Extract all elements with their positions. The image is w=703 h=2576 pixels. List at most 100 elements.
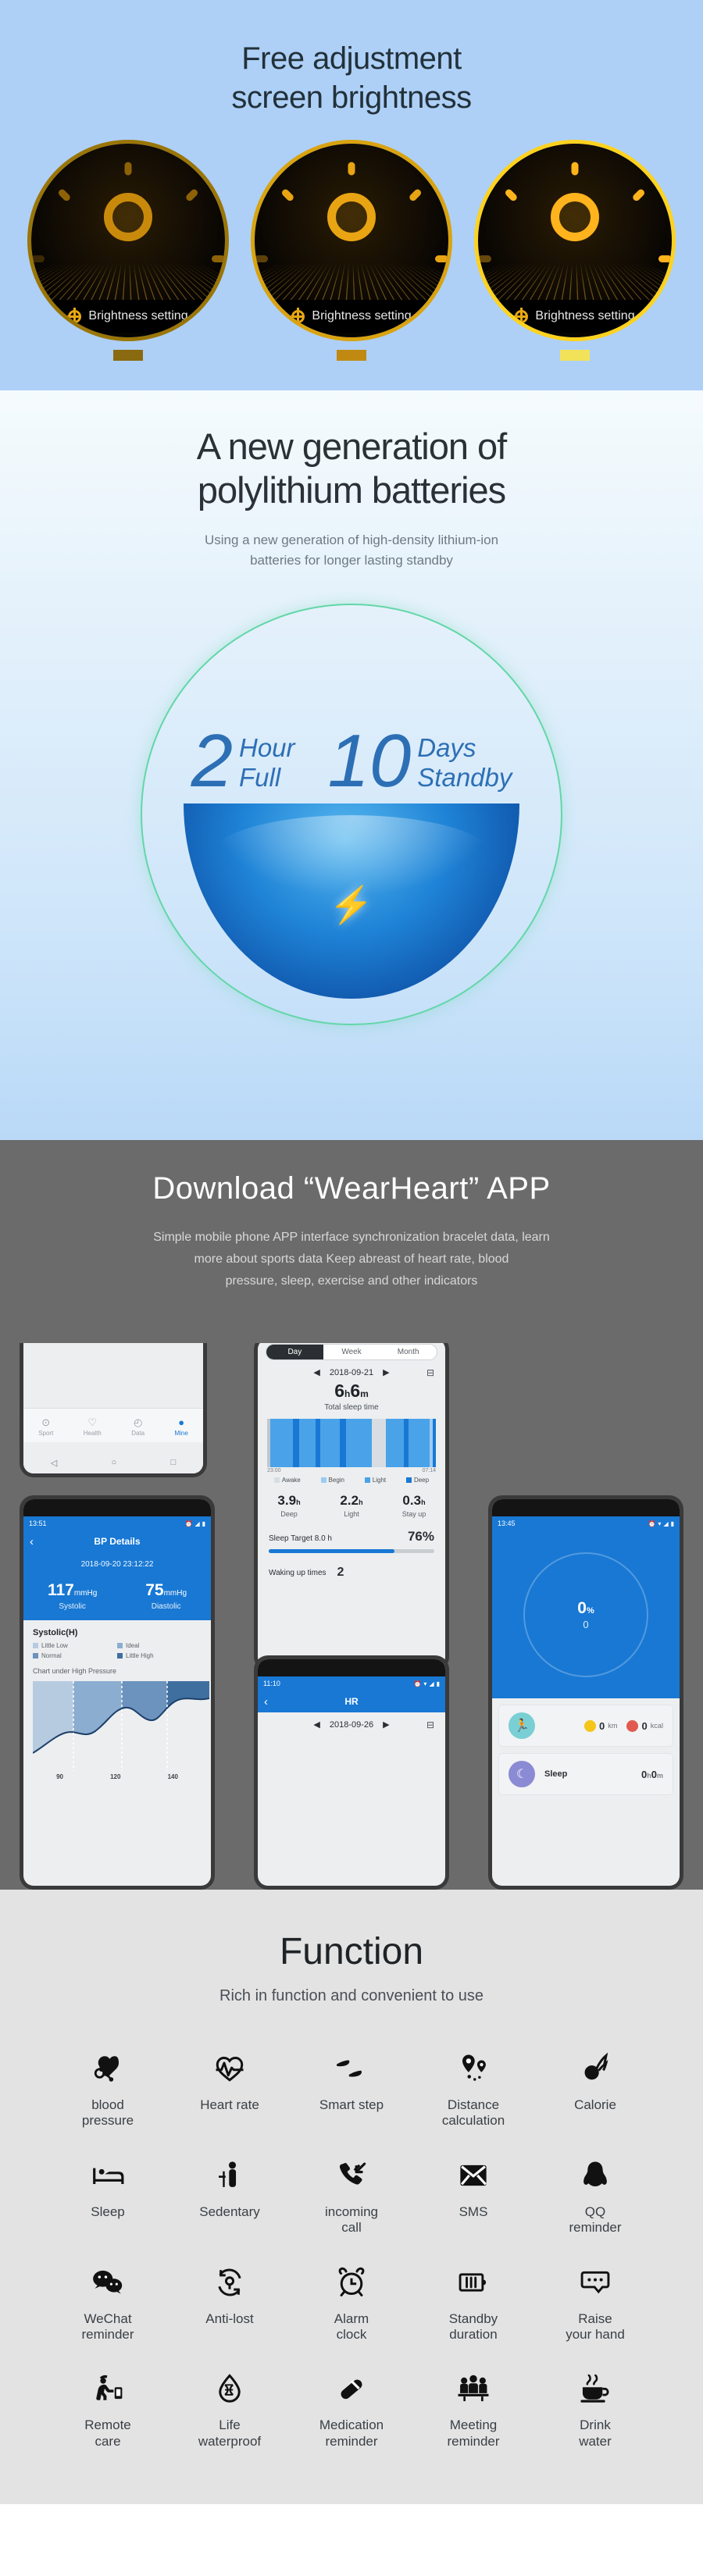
battery-sub-line1: Using a new generation of high-density l… [204,532,499,547]
function-item-drink-water: Drink water [534,2366,656,2450]
distance-value: 0 [599,1719,605,1732]
nav-recents-icon[interactable]: □ [171,1458,177,1467]
sleep-period-tabs[interactable]: Day Week Month [266,1344,437,1360]
tab-data[interactable]: ◴ Data [131,1417,145,1437]
distance-stat: 0 km [584,1719,618,1732]
total-sleep-minutes-unit: m [360,1388,369,1399]
activity-summary-card[interactable]: 🏃 0 km 0 kcal [498,1705,673,1747]
sedentary-icon [213,2153,246,2198]
battery-icon-bp: ▮ [202,1520,205,1527]
function-item-sedentary: Sedentary [169,2153,291,2236]
function-label: Remote care [84,2417,131,2450]
sms-icon [457,2153,490,2198]
hypnogram-band [339,1419,346,1467]
battery-subheading: Using a new generation of high-density l… [0,530,703,572]
function-item-calorie: Calorie [534,2046,656,2129]
sleep-stats-row: 3.9h Deep 2.2h Light 0.3h Stay up [258,1493,445,1518]
qq-icon [579,2153,612,2198]
function-item-medication: Medication reminder [291,2366,412,2450]
hr-back-button[interactable]: ‹ [264,1695,268,1708]
bp-chart-title: Systolic(H) [33,1628,78,1637]
sleep-tab-month[interactable]: Month [380,1345,437,1359]
function-item-qq: QQ reminder [534,2153,656,2236]
function-label-line: incoming [324,2204,379,2219]
sleep-date-nav[interactable]: ◀ 2018-09-21 ▶ ⊟ [258,1360,445,1381]
sleep-summary-card[interactable]: ☾ Sleep 0h0m [498,1753,673,1795]
function-item-raise-hand: Raise your hand [534,2260,656,2343]
function-label-line: blood [91,2097,124,2112]
function-label-line: Calorie [574,2097,616,2112]
tab-label: Mine [174,1429,188,1437]
hypnogram-band [319,1419,340,1467]
app-tab-bar[interactable]: ⊙ Sport ♡ Health ◴ Data ● Mine [23,1408,203,1442]
brightness-swatch [113,350,143,361]
calorie-icon [579,2046,612,2091]
stat-value: 3.9h [277,1493,301,1508]
stat-unit: h [296,1498,301,1506]
step-percent-wrap: 0% [577,1599,594,1617]
sleep-target-label: Sleep Target 8.0 h [269,1534,332,1543]
diastolic-value: 75 [145,1581,164,1599]
status-time-bp: 13:51 [29,1520,47,1527]
waking-times-row: Waking up times 2 [269,1566,434,1580]
charge-unit-line1: Hour [238,733,295,763]
brightness-mini-icon [512,307,529,323]
hr-prev-day-button[interactable]: ◀ [313,1719,319,1730]
function-item-wechat: WeChat reminder [47,2260,169,2343]
hr-calendar-icon[interactable]: ⊟ [426,1719,434,1730]
tab-label: Health [83,1429,102,1437]
status-bar-bp: 13:51 ⏰ ◢ ▮ [23,1516,211,1530]
light-beam-graphic [255,263,448,303]
function-label-line: your hand [566,2326,625,2342]
tab-health[interactable]: ♡ Health [84,1417,102,1437]
hr-date-nav[interactable]: ◀ 2018-09-26 ▶ ⊟ [258,1712,445,1733]
sleep-tab-week[interactable]: Week [323,1345,380,1359]
distance-icon [457,2046,490,2091]
sun-ray-icon [504,187,519,203]
legend-swatch [273,1477,280,1483]
bp-legend-swatch [33,1653,38,1659]
function-label-line: reminder [81,2326,134,2342]
stat-label: Stay up [401,1510,426,1518]
dashboard-screen: 13:45 ⏰ ▾ ◢ ▮ 0% 0 🏃 0 km 0 kcal ☾ Sleep… [492,1499,680,1886]
sleep-hypnogram-chart [267,1419,436,1467]
drink-water-icon [578,2366,612,2411]
status-icons-bp: ⏰ ◢ ▮ [184,1520,205,1527]
nav-back-icon[interactable]: ◁ [51,1458,57,1468]
sleep-date-label: 2018-09-21 [329,1367,374,1377]
sun-ray-icon [408,187,423,203]
function-label: SMS [459,2204,488,2220]
function-title: Function [279,1931,424,1972]
tab-mine[interactable]: ● Mine [174,1417,187,1437]
diastolic-label: Diastolic [151,1602,181,1611]
function-label-line: Alarm [334,2311,369,2326]
calendar-icon[interactable]: ⊟ [426,1367,434,1378]
run-icon: 🏃 [509,1712,535,1739]
hr-next-day-button[interactable]: ▶ [383,1719,389,1730]
bp-back-button[interactable]: ‹ [30,1535,34,1548]
sleep-tab-day[interactable]: Day [266,1345,323,1359]
sleep-next-day-button[interactable]: ▶ [383,1367,389,1377]
sleep-prev-day-button[interactable]: ◀ [313,1367,319,1377]
brightness-swatch [337,350,366,361]
tab-sport[interactable]: ⊙ Sport [38,1417,53,1437]
step-percent-sign: % [586,1605,594,1616]
bp-timestamp: 2018-09-20 23:12:22 [80,1560,154,1569]
alarm-icon-dash: ⏰ [648,1520,656,1527]
nav-home-icon[interactable]: ○ [112,1458,117,1467]
bp-legend-swatch [117,1643,123,1648]
standby-days-value: 10 [327,719,412,803]
anti-lost-icon [213,2260,246,2305]
sun-ray-icon [658,255,672,263]
total-sleep-minutes: 6 [350,1381,361,1401]
function-label: Sleep [91,2204,124,2220]
medication-icon [335,2366,368,2411]
battery-sub-line2: batteries for longer lasting standby [250,553,453,568]
stat-unit: h [359,1498,363,1506]
sleep-start-time: 23:00 [267,1468,281,1473]
android-nav-bar[interactable]: ◁ ○ □ [23,1452,203,1473]
distance-unit: km [608,1722,618,1730]
function-label-line: Smart step [319,2097,384,2112]
function-label-line: call [341,2220,362,2236]
function-item-waterproof: Life waterproof [169,2366,291,2450]
